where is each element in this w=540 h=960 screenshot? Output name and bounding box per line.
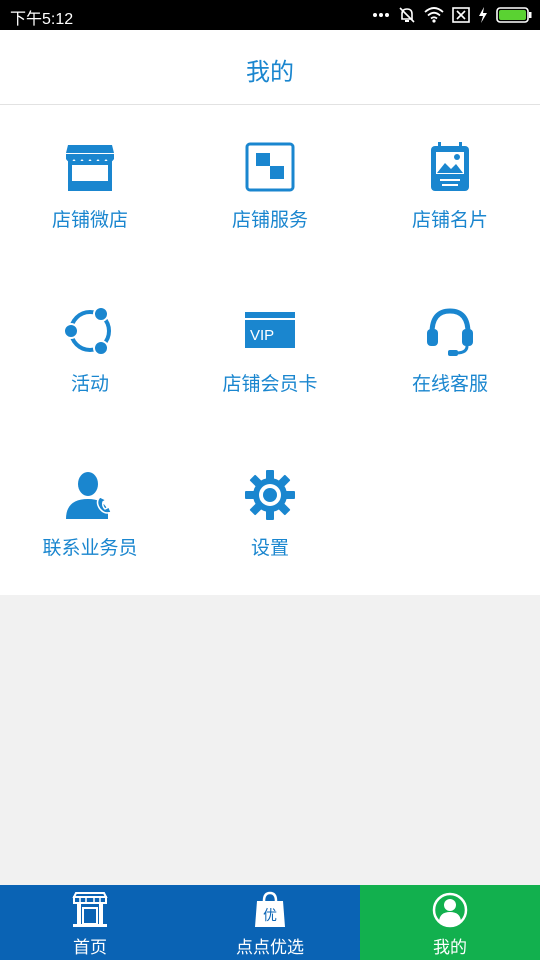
vip-card-icon: VIP [245,312,295,348]
menu-item-label: 在线客服 [411,373,488,395]
page-title: 我的 [246,58,294,86]
tab-featured[interactable]: 优 点点优选 [180,885,360,960]
tab-label: 我的 [433,938,467,958]
user-circle-icon [432,892,468,928]
menu-item-label: 店铺服务 [231,209,308,231]
battery-icon [496,7,532,23]
gear-icon [245,470,295,520]
status-time: 下午5:12 [10,11,74,28]
bottom-tab-bar: 首页 优 点点优选 我的 [0,885,540,960]
menu-item-label: 店铺微店 [51,209,128,231]
tab-label: 首页 [73,938,107,958]
shopping-bag-icon: 优 [255,891,285,927]
no-sim-icon [452,7,470,23]
menu-item-label: 活动 [70,373,109,395]
status-bar: 下午5:12 [0,0,540,30]
tab-home[interactable]: 首页 [0,885,180,960]
menu-item-micro-store[interactable]: 店铺微店 [0,105,180,269]
menu-item-business-card[interactable]: 店铺名片 [360,105,540,269]
wifi-icon [424,7,444,23]
menu-item-label: 联系业务员 [42,537,138,559]
tab-mine[interactable]: 我的 [360,885,540,960]
shop-front-icon [72,892,108,927]
headset-icon [427,308,473,356]
menu-item-online-support[interactable]: 在线客服 [360,269,540,433]
bag-icon-text: 优 [263,908,277,924]
empty-background [0,595,540,885]
more-dots-icon [373,13,389,17]
menu-item-vip-card[interactable]: VIP 店铺会员卡 [180,269,360,433]
menu-grid: 店铺微店 店铺服务 店铺名片 活动 VIP 店铺会员卡 在线客服 联系业务员 设… [0,105,540,595]
menu-item-settings[interactable]: 设置 [180,433,360,597]
tab-label: 点点优选 [236,938,304,958]
storefront-icon [66,145,114,191]
silent-bell-icon [399,7,415,23]
squares-icon [245,142,295,192]
status-icons [372,6,532,24]
menu-item-contact-salesperson[interactable]: 联系业务员 [0,433,180,597]
menu-item-label: 设置 [250,537,289,559]
salesperson-phone-icon [66,472,112,519]
menu-item-label: 店铺名片 [411,209,488,231]
charging-bolt-icon [479,7,487,23]
business-card-icon [431,142,469,191]
menu-item-label: 店铺会员卡 [222,373,318,395]
share-circle-icon [64,306,111,356]
vip-text: VIP [250,327,274,344]
menu-item-store-service[interactable]: 店铺服务 [180,105,360,269]
page-header: 我的 [0,30,540,105]
menu-item-activity[interactable]: 活动 [0,269,180,433]
